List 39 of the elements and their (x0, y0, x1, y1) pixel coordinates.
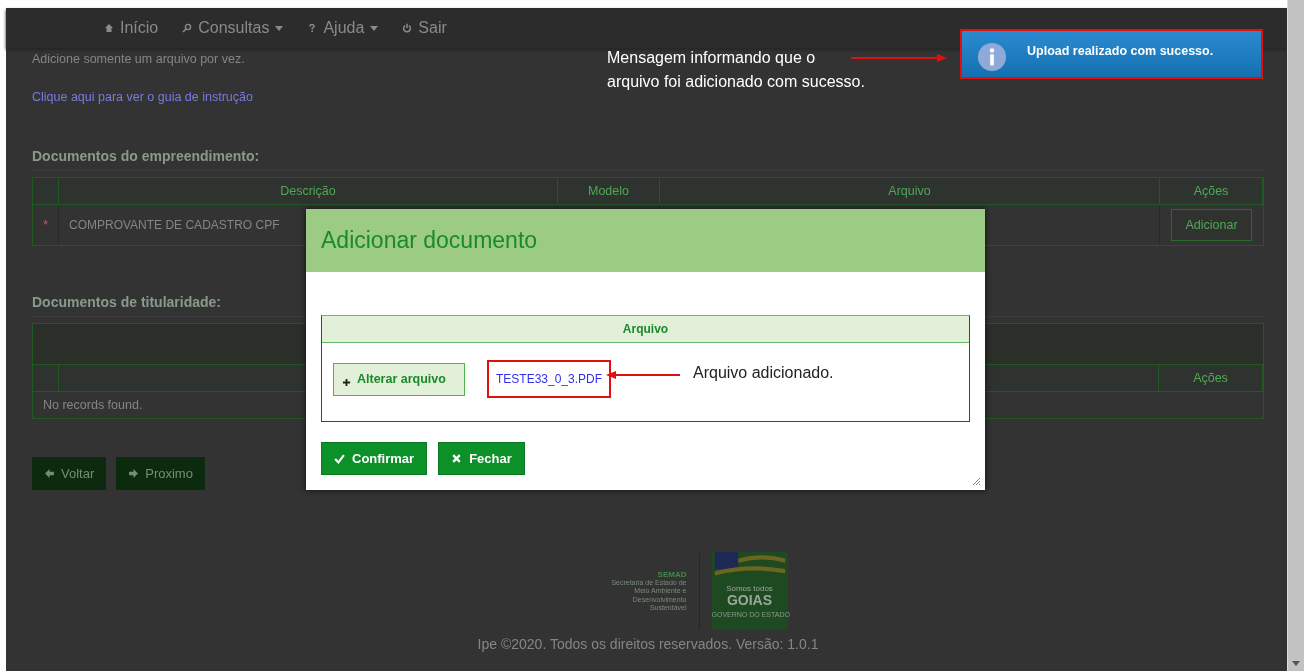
close-icon (451, 453, 463, 464)
arrow-right-icon (128, 468, 140, 479)
change-file-button[interactable]: Alterar arquivo (333, 362, 465, 396)
column-header: Descrição (59, 178, 558, 205)
annotation-text: arquivo foi adicionado com sucesso. (607, 72, 865, 92)
panel-header: Arquivo (322, 316, 969, 343)
confirm-button[interactable]: Confirmar (321, 442, 428, 475)
checkmark-icon (334, 453, 345, 464)
power-icon (402, 23, 413, 33)
nav-menu-item[interactable]: Início (94, 19, 169, 37)
file-link[interactable]: TESTE33_0_3.PDF (487, 360, 612, 398)
copyright-text: Ipe ©2020. Todos os direitos reservados. Versão: 1.0.1 (477, 636, 819, 652)
scrollbar[interactable] (1287, 0, 1304, 671)
section-title: Documentos do empreendimento: (32, 148, 1264, 171)
column-header: Ações (1159, 365, 1263, 392)
instruction-text: Adicione somente um arquivo por vez. (32, 52, 245, 66)
nav-menu-item[interactable]: Sair (392, 19, 457, 37)
guide-link[interactable]: Clique aqui para ver o guia de instrução (32, 90, 253, 104)
resize-grip-icon[interactable] (972, 477, 980, 485)
info-icon (977, 42, 1007, 72)
nav-menu-item[interactable]: Ajuda (297, 19, 389, 37)
annotation-text: Mensagem informando que o (607, 48, 816, 68)
column-header: Ações (1160, 178, 1263, 205)
annotation-text: Arquivo adicionado. (693, 364, 834, 381)
notification-message: Upload realizado com sucesso. (1027, 44, 1214, 58)
close-button[interactable]: Fechar (438, 442, 525, 475)
plus-icon (342, 377, 351, 387)
arrow-left-icon (44, 468, 55, 479)
home-icon (104, 23, 114, 33)
back-button[interactable]: Voltar (32, 457, 107, 490)
add-button[interactable]: Adicionar (1171, 209, 1252, 241)
search-icon (182, 23, 193, 33)
empty-message: No records found. (42, 397, 144, 414)
next-button[interactable]: Proximo (116, 457, 205, 490)
question-icon (307, 23, 318, 33)
column-header: Modelo (558, 178, 660, 205)
nav-menu-item[interactable]: Consultas (172, 19, 294, 37)
scroll-down-icon[interactable] (1292, 661, 1300, 666)
column-header: Arquivo (660, 178, 1160, 205)
